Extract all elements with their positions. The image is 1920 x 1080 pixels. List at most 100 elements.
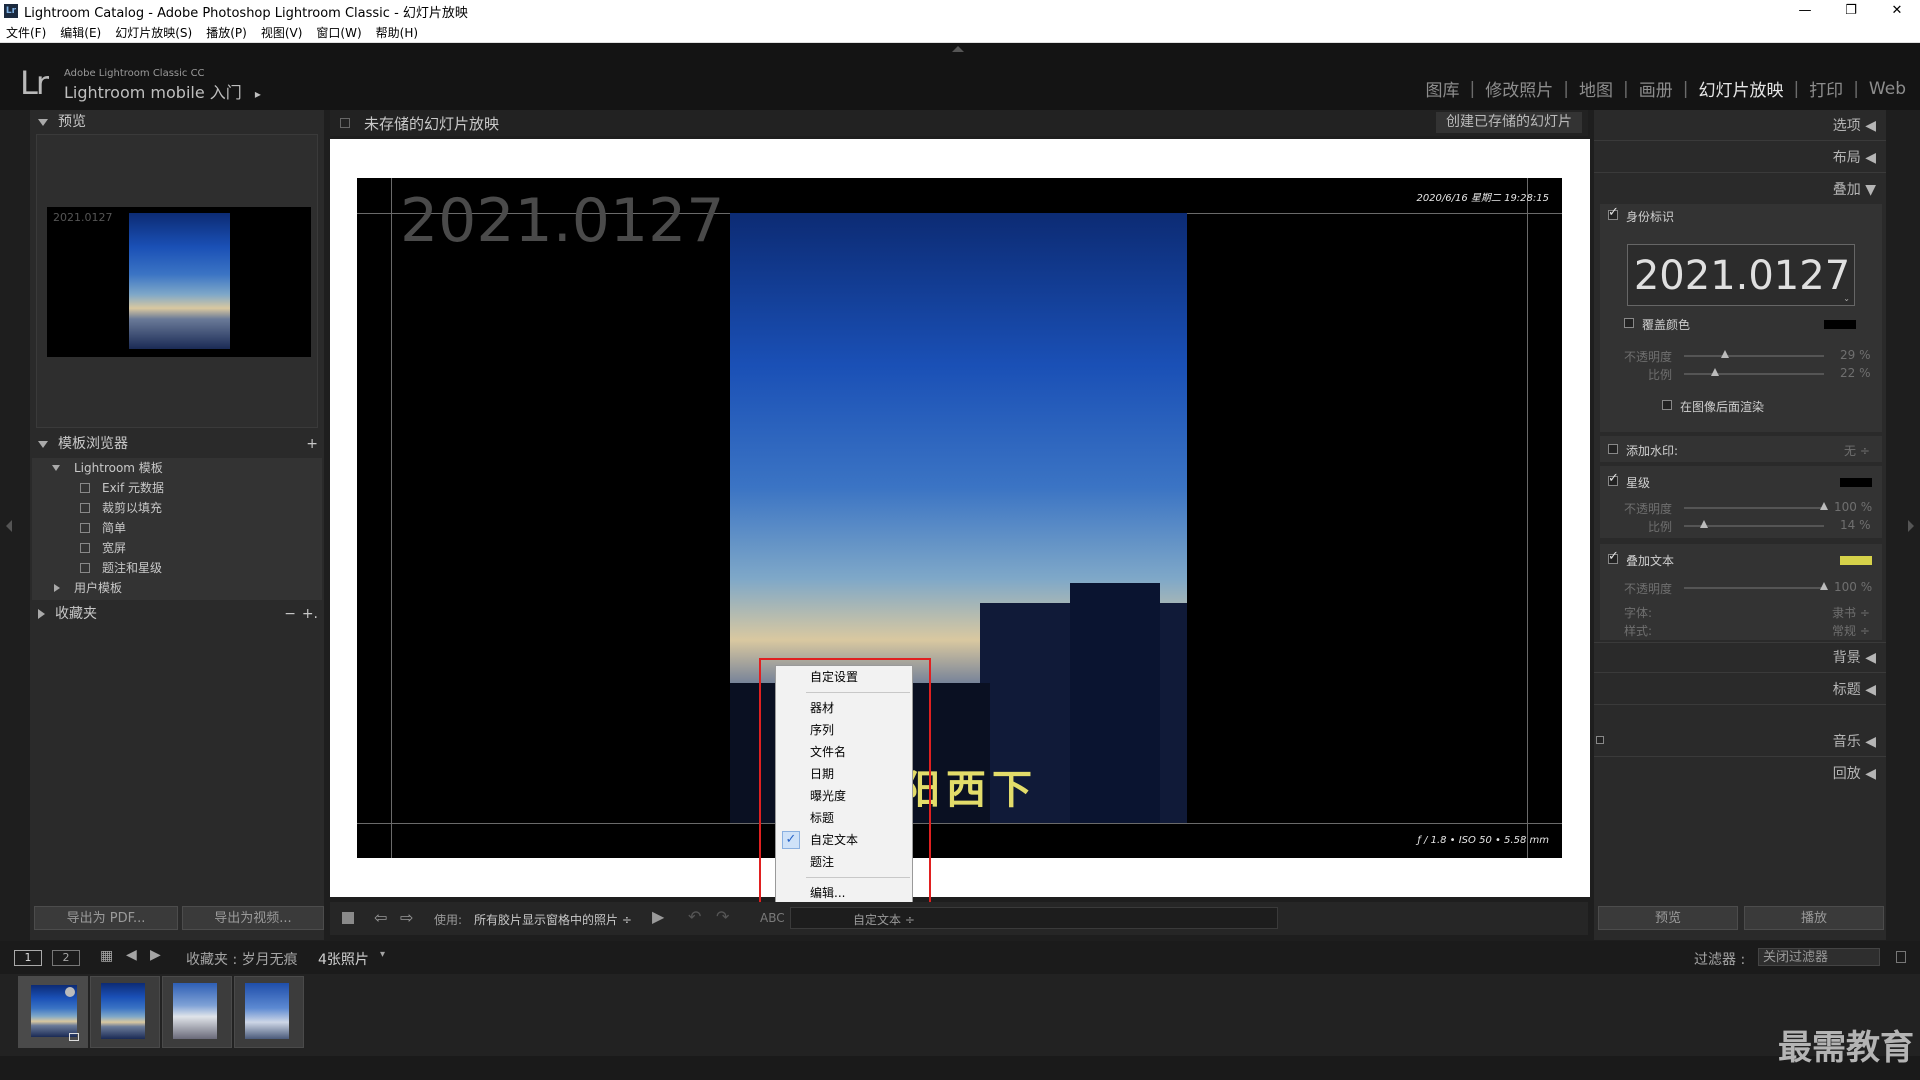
add-text-abc-button[interactable]: ABC (760, 911, 785, 925)
rating-opacity-knob[interactable] (1820, 502, 1828, 510)
plate-opacity-knob[interactable] (1720, 350, 1729, 358)
text-source-select[interactable]: 自定文本 ÷ (853, 911, 915, 928)
identity-plate-editor[interactable]: 2021.0127 ⌄ (1627, 244, 1855, 306)
module-map[interactable]: 地图 (1579, 76, 1613, 101)
template-item[interactable]: 题注和星级 (32, 558, 322, 578)
text-overlays-checkbox[interactable] (1608, 549, 1619, 564)
options-panel-header[interactable]: 选项 ◀ (1833, 114, 1876, 138)
photo-count[interactable]: 4张照片 (318, 949, 369, 969)
collection-path[interactable]: 收藏夹 : 岁月无痕 (186, 949, 298, 969)
text-opacity-knob[interactable] (1820, 582, 1828, 590)
play-preview-icon[interactable]: ▶ (652, 907, 664, 926)
text-opacity-slider[interactable] (1684, 587, 1824, 589)
close-button[interactable]: ✕ (1874, 0, 1920, 22)
preview-button[interactable]: 预览 (1598, 906, 1738, 930)
plate-scale-value[interactable]: 22 % (1840, 366, 1871, 380)
render-behind-checkbox[interactable] (1662, 400, 1672, 410)
backdrop-panel-header[interactable]: 背景 ◀ (1833, 646, 1876, 670)
plate-dropdown-icon[interactable]: ⌄ (1843, 294, 1850, 303)
slide-identity-plate[interactable]: 2021.0127 (400, 186, 724, 256)
template-item[interactable]: 简单 (32, 518, 322, 538)
create-saved-slideshow-button[interactable]: 创建已存储的幻灯片 (1436, 112, 1582, 133)
stop-icon[interactable] (342, 912, 354, 924)
filter-lock-icon[interactable] (1896, 951, 1906, 963)
preview-panel-header[interactable]: 预览 (30, 110, 324, 134)
filmstrip-thumbnail[interactable] (162, 976, 232, 1048)
rotate-left-icon[interactable]: ↶ (688, 907, 701, 926)
layout-panel-header[interactable]: 布局 ◀ (1833, 146, 1876, 170)
watermark-checkbox[interactable] (1608, 444, 1618, 454)
rating-color-swatch[interactable] (1840, 478, 1872, 487)
slide-exif-text[interactable]: ƒ / 1.8 • ISO 50 • 5.58 mm (1417, 835, 1549, 846)
guide-line-left[interactable] (391, 178, 392, 858)
style-select[interactable]: 常规 ÷ (1832, 622, 1870, 639)
override-color-checkbox[interactable] (1624, 318, 1634, 328)
back-arrow-icon[interactable]: ◀ (126, 947, 137, 963)
add-template-button[interactable]: + (306, 432, 318, 456)
plate-scale-slider[interactable] (1684, 373, 1824, 375)
module-slideshow[interactable]: 幻灯片放映 (1698, 76, 1783, 101)
remove-collection-button[interactable]: − (284, 602, 296, 626)
forward-arrow-icon[interactable]: ▶ (150, 947, 161, 963)
identity-plate-checkbox[interactable] (1608, 205, 1619, 220)
filmstrip-thumbnail[interactable] (90, 976, 160, 1048)
left-panel-toggle-icon[interactable] (6, 520, 12, 532)
guide-line-right[interactable] (1527, 178, 1528, 858)
rating-scale-knob[interactable] (1699, 520, 1708, 528)
override-color-swatch[interactable] (1824, 320, 1856, 329)
plate-opacity-value[interactable]: 29 % (1840, 348, 1871, 362)
template-item[interactable]: 裁剪以填充 (32, 498, 322, 518)
filter-select[interactable]: 关闭过滤器 (1758, 948, 1880, 966)
prev-arrow-icon[interactable]: ⇦ (374, 908, 387, 927)
menu-file[interactable]: 文件(F) (6, 24, 46, 41)
overlays-panel-header[interactable]: 叠加 ▼ (1833, 178, 1876, 202)
next-arrow-icon[interactable]: ⇨ (400, 908, 413, 927)
module-develop[interactable]: 修改照片 (1485, 76, 1553, 101)
module-print[interactable]: 打印 (1809, 76, 1843, 101)
template-folder-user[interactable]: 用户模板 (32, 578, 322, 598)
primary-window-button[interactable]: 1 (14, 950, 42, 966)
plate-scale-knob[interactable] (1710, 368, 1719, 376)
template-folder-lightroom[interactable]: Lightroom 模板 (32, 458, 322, 478)
music-panel-header[interactable]: 音乐 ◀ (1833, 730, 1876, 754)
use-source-select[interactable]: 所有胶片显示窗格中的照片 ÷ (474, 911, 632, 928)
menu-view[interactable]: 视图(V) (261, 24, 303, 41)
text-color-swatch[interactable] (1840, 556, 1872, 565)
add-collection-button[interactable]: +. (302, 602, 318, 626)
template-browser-header[interactable]: 模板浏览器 + (30, 432, 324, 456)
slide-date-text[interactable]: 2020/6/16 星期二 19:28:15 (1416, 189, 1549, 204)
slideshow-checkbox[interactable] (340, 118, 350, 128)
module-library[interactable]: 图库 (1426, 76, 1460, 101)
grid-view-icon[interactable]: ▦ (100, 948, 113, 964)
module-web[interactable]: Web (1869, 79, 1906, 99)
photo-count-dropdown-icon[interactable]: ▾ (380, 949, 385, 960)
rating-opacity-slider[interactable] (1684, 507, 1824, 509)
rotate-right-icon[interactable]: ↷ (716, 907, 729, 926)
export-video-button[interactable]: 导出为视频... (182, 906, 324, 930)
collapse-top-arrow-icon[interactable] (952, 46, 964, 52)
menu-help[interactable]: 帮助(H) (376, 24, 418, 41)
menu-slideshow[interactable]: 幻灯片放映(S) (115, 24, 192, 41)
music-checkbox[interactable] (1596, 736, 1604, 744)
minimize-button[interactable]: — (1782, 0, 1828, 22)
collections-header[interactable]: 收藏夹 − +. (30, 602, 324, 626)
secondary-window-button[interactable]: 2 (52, 950, 80, 966)
play-button[interactable]: 播放 (1744, 906, 1884, 930)
watermark-select[interactable]: 无 ÷ (1844, 442, 1870, 459)
font-select[interactable]: 隶书 ÷ (1832, 604, 1870, 621)
export-pdf-button[interactable]: 导出为 PDF... (34, 906, 178, 930)
text-opacity-value[interactable]: 100 % (1834, 580, 1872, 594)
rating-opacity-value[interactable]: 100 % (1834, 500, 1872, 514)
menu-play[interactable]: 播放(P) (206, 24, 247, 41)
template-item[interactable]: 宽屏 (32, 538, 322, 558)
menu-window[interactable]: 窗口(W) (316, 24, 361, 41)
rating-scale-value[interactable]: 14 % (1840, 518, 1871, 532)
identity-plate-text[interactable]: Lightroom mobile 入门 ▸ (64, 79, 261, 103)
module-book[interactable]: 画册 (1639, 76, 1673, 101)
template-item[interactable]: Exif 元数据 (32, 478, 322, 498)
right-panel-toggle-icon[interactable] (1908, 520, 1914, 532)
menu-edit[interactable]: 编辑(E) (60, 24, 101, 41)
filmstrip-thumbnail[interactable] (18, 976, 88, 1048)
rating-checkbox[interactable] (1608, 471, 1619, 486)
guide-line-bottom[interactable] (357, 823, 1562, 824)
